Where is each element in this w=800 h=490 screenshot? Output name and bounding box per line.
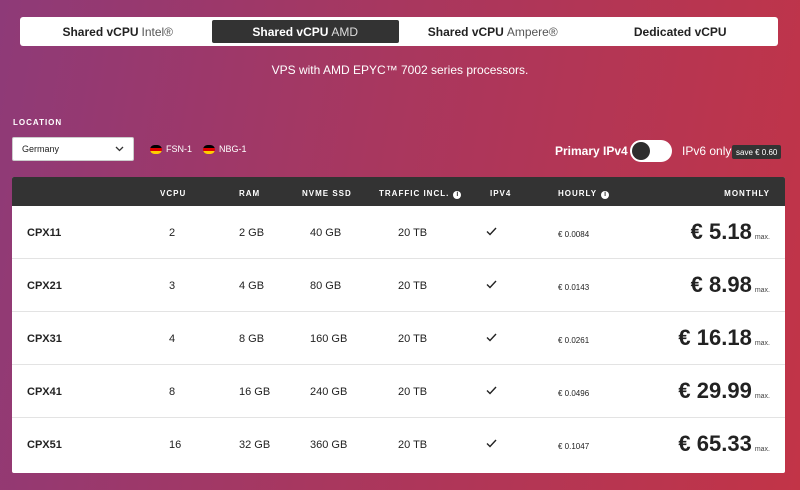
table-header: VCPU RAM NVME SSD TRAFFIC INCL. i IPV4 HO…: [12, 177, 785, 206]
ssd-value: 360 GB: [310, 439, 348, 451]
table-row[interactable]: CPX41 8 16 GB 240 GB 20 TB € 0.0496 € 29…: [12, 365, 785, 418]
hourly-price: € 0.1047: [558, 442, 590, 451]
table-row[interactable]: CPX31 4 8 GB 160 GB 20 TB € 0.0261 € 16.…: [12, 312, 785, 365]
tab-label: Shared vCPU: [427, 24, 504, 39]
pricing-table: VCPU RAM NVME SSD TRAFFIC INCL. i IPV4 HO…: [12, 177, 785, 473]
check-icon: [486, 277, 497, 292]
monthly-price-group: € 5.18 max.: [691, 219, 770, 245]
monthly-price: € 65.33: [678, 431, 752, 456]
traffic-value: 20 TB: [398, 280, 428, 292]
header-ipv4: IPV4: [490, 189, 512, 198]
plan-name: CPX11: [27, 227, 62, 239]
ipv6-only-label: IPv6 only: [682, 144, 732, 158]
plan-name: CPX31: [27, 333, 62, 345]
ram-value: 2 GB: [239, 227, 265, 239]
monthly-price-group: € 65.33 max.: [678, 431, 770, 457]
check-icon: [486, 383, 497, 398]
header-ram: RAM: [239, 189, 261, 198]
location-selected-value: Germany: [22, 144, 60, 154]
plan-name: CPX21: [27, 280, 62, 292]
germany-flag-icon: [203, 144, 215, 154]
tab-shared-amd[interactable]: Shared vCPU AMD: [211, 20, 399, 43]
header-hourly: HOURLY i: [558, 189, 610, 199]
table-row[interactable]: CPX51 16 32 GB 360 GB 20 TB € 0.1047 € 6…: [12, 418, 785, 471]
table-row[interactable]: CPX21 3 4 GB 80 GB 20 TB € 0.0143 € 8.98…: [12, 259, 785, 312]
vcpu-value: 8: [169, 386, 176, 398]
max-label: max.: [754, 287, 770, 294]
header-traffic: TRAFFIC INCL. i: [379, 189, 462, 199]
tab-label-light: AMD: [331, 24, 359, 39]
vcpu-value: 2: [169, 227, 176, 239]
info-icon[interactable]: i: [453, 191, 462, 199]
page-subtitle: VPS with AMD EPYC™ 7002 series processor…: [271, 63, 529, 77]
traffic-value: 20 TB: [398, 227, 428, 239]
ram-value: 4 GB: [239, 280, 265, 292]
datacenter-label: FSN-1: [166, 144, 193, 154]
tab-label-light: Ampere®: [506, 24, 558, 39]
tab-label: Dedicated vCPU: [633, 24, 727, 39]
ram-value: 8 GB: [239, 333, 265, 345]
max-label: max.: [754, 393, 770, 400]
ipv6-only-toggle[interactable]: [630, 140, 672, 162]
header-traffic-label: TRAFFIC INCL.: [379, 189, 450, 198]
monthly-price-group: € 29.99 max.: [678, 378, 770, 404]
tab-shared-intel[interactable]: Shared vCPU Intel®: [24, 20, 212, 43]
chevron-down-icon: [115, 144, 124, 155]
info-icon[interactable]: i: [601, 191, 610, 199]
tab-label-light: Intel®: [141, 24, 174, 39]
ram-value: 32 GB: [239, 439, 271, 451]
hourly-price: € 0.0261: [558, 336, 590, 345]
tab-label: Shared vCPU: [62, 24, 139, 39]
monthly-price-group: € 16.18 max.: [678, 325, 770, 351]
monthly-price: € 29.99: [678, 378, 752, 403]
check-icon: [486, 436, 497, 451]
hourly-price: € 0.0496: [558, 389, 590, 398]
tab-dedicated[interactable]: Dedicated vCPU: [587, 20, 775, 43]
tab-label: Shared vCPU: [252, 24, 329, 39]
cpu-type-tabs: Shared vCPU Intel® Shared vCPU AMD Shared …: [20, 17, 778, 46]
datacenter-nbg1: NBG-1: [203, 144, 247, 154]
monthly-price: € 8.98: [690, 272, 752, 297]
monthly-price: € 5.18: [690, 219, 752, 244]
germany-flag-icon: [150, 144, 162, 154]
location-select[interactable]: Germany: [12, 137, 134, 161]
max-label: max.: [754, 340, 770, 347]
primary-ipv4-label: Primary IPv4: [555, 144, 628, 158]
max-label: max.: [754, 234, 770, 241]
location-label: LOCATION: [13, 118, 63, 127]
ssd-value: 160 GB: [310, 333, 348, 345]
ssd-value: 240 GB: [310, 386, 348, 398]
vcpu-value: 3: [169, 280, 176, 292]
traffic-value: 20 TB: [398, 439, 428, 451]
check-icon: [486, 330, 497, 345]
hourly-price: € 0.0084: [558, 230, 590, 239]
traffic-value: 20 TB: [398, 333, 428, 345]
monthly-price: € 16.18: [678, 325, 752, 350]
ram-value: 16 GB: [239, 386, 271, 398]
plan-name: CPX41: [27, 386, 62, 398]
toggle-knob: [632, 142, 650, 160]
header-ssd: NVME SSD: [302, 189, 352, 198]
ssd-value: 80 GB: [310, 280, 342, 292]
save-badge: save € 0.60: [732, 145, 782, 159]
datacenter-fsn1: FSN-1: [150, 144, 192, 154]
header-monthly: MONTHLY: [724, 189, 770, 198]
datacenter-label: NBG-1: [219, 144, 247, 154]
tab-shared-ampere[interactable]: Shared vCPU Ampere®: [399, 20, 587, 43]
ssd-value: 40 GB: [310, 227, 342, 239]
plan-name: CPX51: [27, 439, 62, 451]
header-hourly-label: HOURLY: [558, 189, 598, 198]
traffic-value: 20 TB: [398, 386, 428, 398]
max-label: max.: [754, 446, 770, 453]
monthly-price-group: € 8.98 max.: [691, 272, 770, 298]
table-row[interactable]: CPX11 2 2 GB 40 GB 20 TB € 0.0084 € 5.18…: [12, 206, 785, 259]
check-icon: [486, 224, 497, 239]
header-vcpu: VCPU: [160, 189, 187, 198]
vcpu-value: 4: [169, 333, 176, 345]
hourly-price: € 0.0143: [558, 283, 590, 292]
vcpu-value: 16: [169, 439, 182, 451]
